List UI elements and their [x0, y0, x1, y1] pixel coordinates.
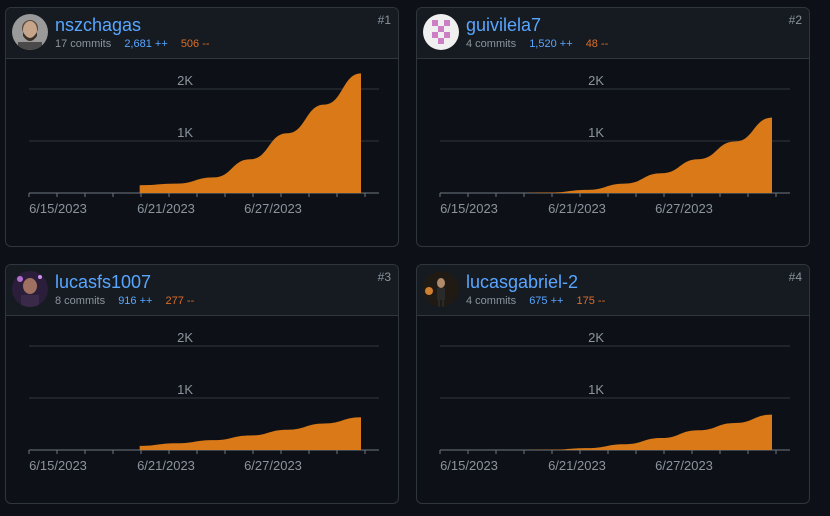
y-tick-label: 2K	[177, 330, 193, 345]
deletions-count: 48 --	[585, 38, 609, 50]
contribution-area	[440, 117, 772, 193]
contributor-stats: 4 commits 1,520 ++ 48 --	[466, 38, 618, 50]
x-tick-label: 6/21/2023	[137, 201, 195, 216]
x-tick-label: 6/21/2023	[548, 201, 606, 216]
contributor-rank: #2	[788, 13, 802, 27]
person-avatar-icon[interactable]	[423, 271, 459, 307]
contributor-rank: #4	[788, 270, 802, 284]
x-tick-label: 6/27/2023	[655, 458, 713, 473]
contributor-username-link[interactable]: nszchagas	[55, 15, 141, 36]
x-tick-label: 6/27/2023	[655, 201, 713, 216]
contributor-card-header: nszchagas 17 commits 2,681 ++ 506 -- #1	[6, 8, 398, 59]
y-tick-label: 2K	[588, 330, 604, 345]
x-tick-label: 6/21/2023	[548, 458, 606, 473]
contributor-username-link[interactable]: lucasfs1007	[55, 272, 151, 293]
contribution-area	[139, 417, 361, 450]
contributor-stats: 4 commits 675 ++ 175 --	[466, 295, 615, 307]
contributor-card: lucasgabriel-2 4 commits 675 ++ 175 -- #…	[416, 264, 810, 504]
contributions-chart: 1K 2K 6/15/2023 6/21/2023 6/27/2023	[439, 330, 790, 473]
y-tick-label: 1K	[177, 125, 193, 140]
additions-count: 2,681 ++	[124, 38, 168, 50]
contribution-area	[440, 414, 772, 450]
y-tick-label: 1K	[588, 382, 604, 397]
commits-count[interactable]: 8 commits	[55, 295, 105, 307]
y-tick-label: 1K	[588, 125, 604, 140]
additions-count: 916 ++	[118, 295, 153, 307]
y-tick-label: 2K	[177, 73, 193, 88]
contributions-chart: 1K 2K 6/15/2023 6/21/2023 6/27/2023	[439, 73, 790, 216]
contributor-card: nszchagas 17 commits 2,681 ++ 506 -- #1 …	[5, 7, 399, 247]
contributor-rank: #3	[377, 270, 391, 284]
commits-count[interactable]: 4 commits	[466, 38, 516, 50]
contributions-chart: 1K 2K 6/15/2023 6/21/2023 6/27/2023	[28, 73, 379, 216]
contributor-card: lucasfs1007 8 commits 916 ++ 277 -- #3 1…	[5, 264, 399, 504]
contributor-rank: #1	[377, 13, 391, 27]
x-tick-label: 6/15/2023	[29, 201, 87, 216]
contribution-area	[139, 73, 361, 193]
contributor-card-header: lucasgabriel-2 4 commits 675 ++ 175 -- #…	[417, 265, 809, 316]
x-tick-label: 6/15/2023	[440, 458, 498, 473]
deletions-count: 506 --	[180, 38, 210, 50]
contributor-card-header: guivilela7 4 commits 1,520 ++ 48 -- #2	[417, 8, 809, 59]
additions-count: 675 ++	[529, 295, 564, 307]
contributions-chart: 1K 2K 6/15/2023 6/21/2023 6/27/2023	[28, 330, 379, 473]
contributor-card: guivilela7 4 commits 1,520 ++ 48 -- #2 1…	[416, 7, 810, 247]
x-tick-label: 6/27/2023	[244, 201, 302, 216]
x-tick-label: 6/15/2023	[440, 201, 498, 216]
y-tick-label: 2K	[588, 73, 604, 88]
deletions-count: 277 --	[165, 295, 195, 307]
person-avatar-icon[interactable]	[12, 271, 48, 307]
commits-count[interactable]: 4 commits	[466, 295, 516, 307]
x-tick-label: 6/27/2023	[244, 458, 302, 473]
identicon-avatar-icon[interactable]	[423, 14, 459, 50]
additions-count: 1,520 ++	[529, 38, 573, 50]
contributor-stats: 8 commits 916 ++ 277 --	[55, 295, 204, 307]
contributor-stats: 17 commits 2,681 ++ 506 --	[55, 38, 220, 50]
contributor-username-link[interactable]: guivilela7	[466, 15, 541, 36]
x-tick-label: 6/21/2023	[137, 458, 195, 473]
person-avatar-icon[interactable]	[12, 14, 48, 50]
y-tick-label: 1K	[177, 382, 193, 397]
commits-count[interactable]: 17 commits	[55, 38, 111, 50]
contributor-card-header: lucasfs1007 8 commits 916 ++ 277 -- #3	[6, 265, 398, 316]
x-tick-label: 6/15/2023	[29, 458, 87, 473]
contributor-username-link[interactable]: lucasgabriel-2	[466, 272, 578, 293]
deletions-count: 175 --	[576, 295, 606, 307]
